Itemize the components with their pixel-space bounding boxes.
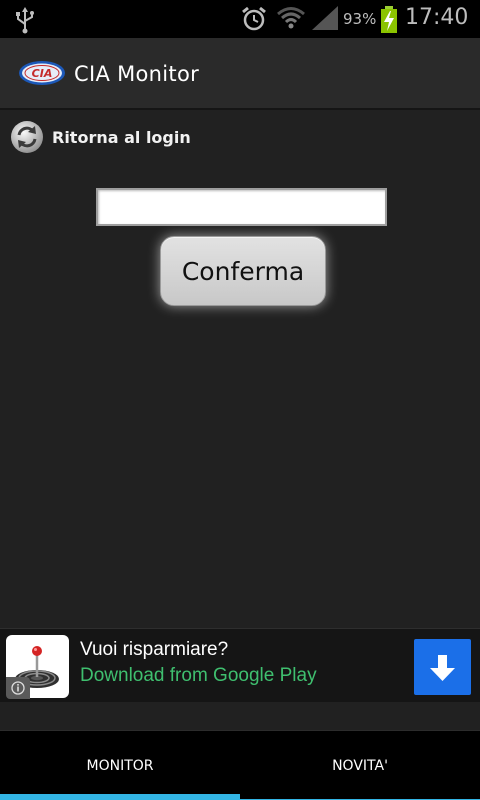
usb-icon [14,6,36,38]
tab-novita-label: NOVITA' [332,758,388,774]
code-input[interactable] [96,188,387,226]
wifi-icon [276,4,306,36]
ad-banner[interactable]: Vuoi risparmiare? Download from Google P… [0,628,480,702]
svg-text:CIA: CIA [32,67,53,80]
battery-percent: 93% [343,10,377,28]
bottom-tab-bar: MONITOR NOVITA' [0,730,480,800]
tab-novita[interactable]: NOVITA' [240,731,480,800]
tab-monitor[interactable]: MONITOR [0,731,240,800]
download-icon [430,655,455,681]
ad-headline: Vuoi risparmiare? [80,639,229,660]
app-title: CIA Monitor [74,62,200,86]
clock: 17:40 [405,5,469,30]
alarm-icon [240,5,268,37]
signal-icon [312,6,340,36]
tab-monitor-indicator [0,794,240,800]
action-bar: CIA CIA Monitor [0,38,480,110]
refresh-icon [10,120,44,154]
battery-icon [380,6,398,38]
cia-logo: CIA [18,60,66,86]
tab-monitor-label: MONITOR [86,758,154,774]
status-bar: 93% 17:40 [0,0,480,38]
return-to-login-link[interactable]: Ritorna al login [10,120,191,154]
download-button[interactable] [414,639,471,695]
ad-subline: Download from Google Play [80,665,317,686]
screen: { "status_bar": { "battery_percent": "93… [0,0,480,800]
confirm-button[interactable]: Conferma [160,236,326,306]
return-to-login-label: Ritorna al login [52,127,191,147]
ad-info-icon[interactable] [6,677,30,699]
